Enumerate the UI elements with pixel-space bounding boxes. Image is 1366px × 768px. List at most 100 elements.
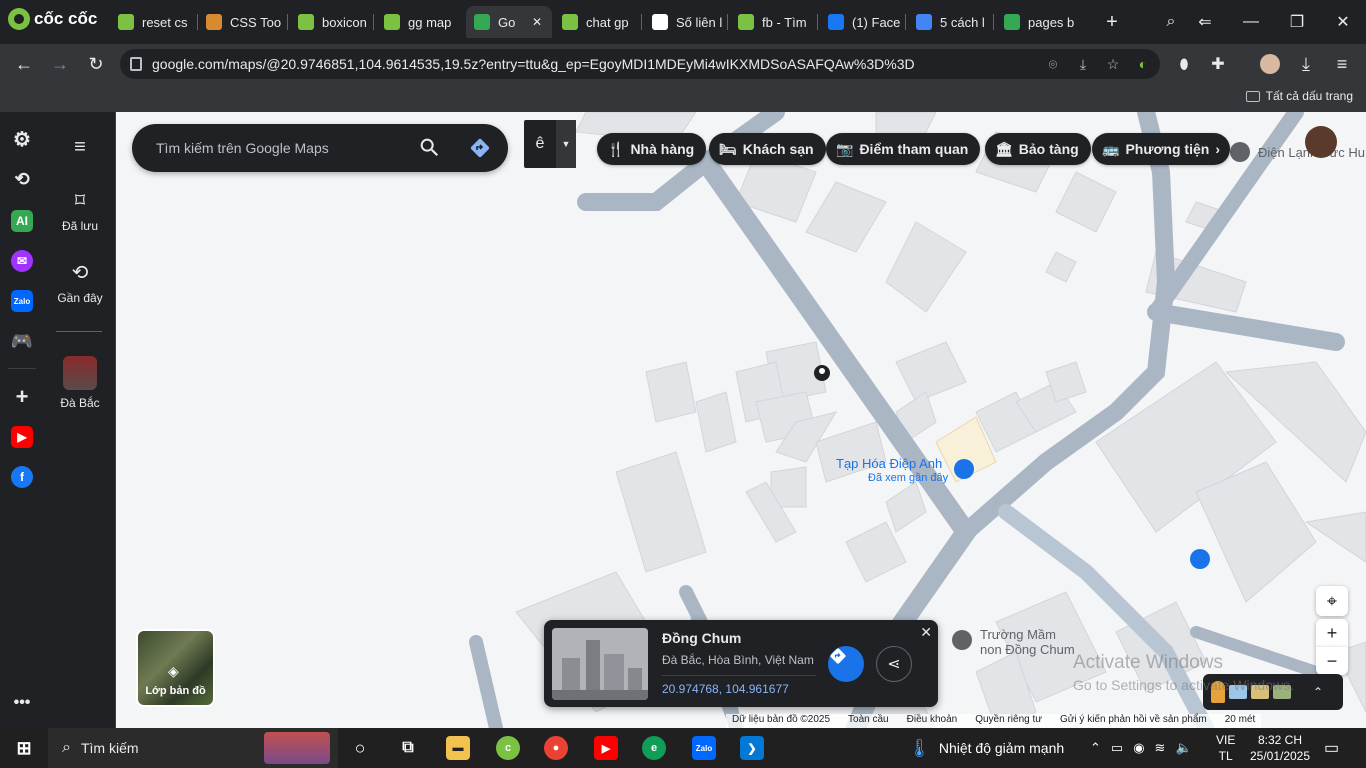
game-controller-icon[interactable]: 🎮 [11, 330, 33, 352]
chip-transit[interactable]: 🚌 Phương tiện › [1092, 133, 1230, 165]
footer-global[interactable]: Toàn cầu [848, 714, 889, 728]
search-icon[interactable] [418, 136, 440, 158]
battery-icon[interactable]: ▭ [1111, 740, 1123, 756]
edge-icon[interactable]: e [642, 736, 666, 760]
bookmark-star-icon[interactable]: ☆ [1104, 55, 1122, 73]
footer-terms[interactable]: Điều khoản [907, 714, 958, 728]
clock[interactable]: 8:32 CH 25/01/2025 [1250, 728, 1310, 768]
all-bookmarks-button[interactable]: Tất cả dấu trang [1245, 89, 1353, 103]
card-directions-button[interactable] [828, 646, 864, 682]
messenger-icon[interactable]: ✉ [11, 250, 33, 272]
footer-scale[interactable]: 20 mét [1225, 714, 1256, 728]
poi-school-label-1[interactable]: Trường Mầm [980, 627, 1056, 642]
coccoc-logo[interactable]: cốc cốc [8, 8, 97, 30]
input-language[interactable]: VIE TL [1216, 728, 1235, 768]
camera-icon[interactable]: ◉ [1133, 740, 1144, 756]
youtube-icon[interactable]: ▶ [11, 426, 33, 448]
poi-school-label-2[interactable]: non Đồng Chum [980, 642, 1075, 657]
taskbar-search[interactable]: ⌕ Tìm kiếm [48, 728, 338, 768]
windows-start-icon[interactable]: ⊞ [12, 736, 36, 760]
footer-feedback[interactable]: Gửi ý kiến phản hồi về sản phẩm [1060, 714, 1207, 728]
close-window-button[interactable]: ✕ [1320, 0, 1366, 44]
home-pin-icon[interactable] [1190, 549, 1210, 569]
file-explorer-icon[interactable]: ▬ [446, 736, 470, 760]
browser-tab[interactable]: fb - Tìm [730, 6, 816, 38]
browser-tab[interactable]: Số liên l [644, 6, 726, 38]
map-canvas[interactable]: Tìm kiếm trên Google Maps ê ▼ 🍴 Nhà hàng 🛏… [116, 112, 1366, 728]
location-icon[interactable]: ⌾ [1044, 55, 1062, 73]
profile-avatar[interactable] [1256, 50, 1284, 78]
recent-place-button[interactable]: Đà Bắc [44, 356, 116, 410]
facebook-icon[interactable]: f [11, 466, 33, 488]
new-tab-button[interactable]: + [1100, 0, 1124, 44]
chrome-icon[interactable]: ● [544, 736, 568, 760]
browser-tab[interactable]: reset cs [110, 6, 196, 38]
school-pin-icon[interactable] [952, 630, 972, 650]
card-coordinates[interactable]: 20.974768, 104.961677 [662, 682, 789, 696]
reload-button[interactable]: ↻ [82, 50, 110, 78]
extension-mouse-icon[interactable]: ⬮ [1170, 50, 1198, 78]
notification-icon[interactable]: ▭ [1324, 728, 1339, 768]
widgets-icon[interactable]: ⧉ [396, 736, 420, 760]
account-avatar[interactable] [1305, 126, 1337, 158]
maps-search-box[interactable]: Tìm kiếm trên Google Maps [132, 124, 508, 172]
extensions-icon[interactable]: ✚ [1204, 50, 1232, 78]
history-icon[interactable]: ⟲ [11, 168, 33, 190]
footer-map-data[interactable]: Dữ liệu bản đồ ©2025 [732, 714, 830, 728]
maps-menu-icon[interactable]: ≡ [44, 136, 116, 159]
layers-button[interactable]: ◈ Lớp bản đồ [136, 629, 215, 707]
recent-button[interactable]: ⟲ Gần đây [44, 260, 116, 305]
ai-assistant-icon[interactable]: AI [11, 210, 33, 232]
directions-icon[interactable] [468, 136, 492, 160]
my-location-button[interactable]: ⌖ [1316, 586, 1348, 616]
back-history-icon[interactable]: ⇐ [1182, 0, 1228, 44]
dark-mode-icon[interactable]: ◐ [1134, 55, 1152, 73]
ime-dropdown-icon[interactable]: ▼ [556, 120, 576, 168]
saved-button[interactable]: ⌑ Đã lưu [44, 188, 116, 233]
browser-tab[interactable]: 5 cách l [908, 6, 992, 38]
youtube-taskbar-icon[interactable]: ▶ [594, 736, 618, 760]
tray-chevron-icon[interactable]: ⌃ [1090, 740, 1101, 756]
coccoc-taskbar-icon[interactable]: c [496, 736, 520, 760]
browser-tab[interactable]: (1) Face [820, 6, 904, 38]
zoom-out-button[interactable]: − [1316, 647, 1348, 675]
location-info-card[interactable]: Đồng Chum Đà Bắc, Hòa Bình, Việt Nam 20.… [544, 620, 938, 707]
address-bar[interactable]: google.com/maps/@20.9746851,104.9614535,… [120, 49, 1160, 79]
chip-hotels[interactable]: 🛏 Khách sạn [709, 133, 826, 165]
ime-toggle[interactable]: ê ▼ [524, 120, 576, 168]
chip-restaurants[interactable]: 🍴 Nhà hàng [597, 133, 707, 165]
site-info-icon[interactable] [130, 57, 142, 71]
zalo-taskbar-icon[interactable]: Zalo [692, 736, 716, 760]
browser-tab[interactable]: gg map [376, 6, 462, 38]
vscode-icon[interactable]: ❯ [740, 736, 764, 760]
system-tray[interactable]: ⌃ ▭ ◉ ≋ 🔈 [1090, 728, 1192, 768]
browser-tab[interactable]: chat gp [554, 6, 640, 38]
store-pin-icon[interactable] [954, 459, 974, 479]
browser-tab[interactable]: pages b [996, 6, 1084, 38]
add-panel-icon[interactable]: + [11, 384, 33, 409]
back-button[interactable]: ← [10, 50, 38, 78]
electric-pin-icon[interactable] [1230, 142, 1250, 162]
install-app-icon[interactable]: ⤓ [1074, 55, 1092, 73]
poi-store-label[interactable]: Tạp Hóa Điệp Anh [836, 456, 942, 471]
chevron-right-icon[interactable]: › [1215, 141, 1220, 157]
card-close-icon[interactable]: ✕ [920, 624, 932, 641]
task-view-circle-icon[interactable]: ○ [348, 736, 372, 760]
card-share-button[interactable]: ⋖ [876, 646, 912, 682]
volume-icon[interactable]: 🔈 [1175, 740, 1191, 756]
chip-attractions[interactable]: 📷 Điểm tham quan [826, 133, 981, 165]
browser-tab[interactable]: CSS Too [198, 6, 286, 38]
browser-tab[interactable]: Go ✕ [466, 6, 552, 38]
wifi-icon[interactable]: ≋ [1155, 740, 1166, 756]
downloads-icon[interactable]: ⤓ [1292, 50, 1320, 78]
footer-privacy[interactable]: Quyền riêng tư [975, 714, 1042, 728]
zoom-in-button[interactable]: + [1316, 619, 1348, 647]
chip-museums[interactable]: 🏛 Bảo tàng [985, 133, 1091, 165]
location-thumbnail[interactable] [552, 628, 648, 700]
weather-widget[interactable]: 🌡 Nhiệt độ giảm mạnh [908, 728, 1064, 768]
minimize-button[interactable]: — [1228, 0, 1274, 44]
zalo-icon[interactable]: Zalo [11, 290, 33, 312]
browser-tab[interactable]: boxicon [290, 6, 372, 38]
settings-gear-icon[interactable]: ⚙ [11, 128, 33, 151]
forward-button[interactable]: → [46, 50, 74, 78]
